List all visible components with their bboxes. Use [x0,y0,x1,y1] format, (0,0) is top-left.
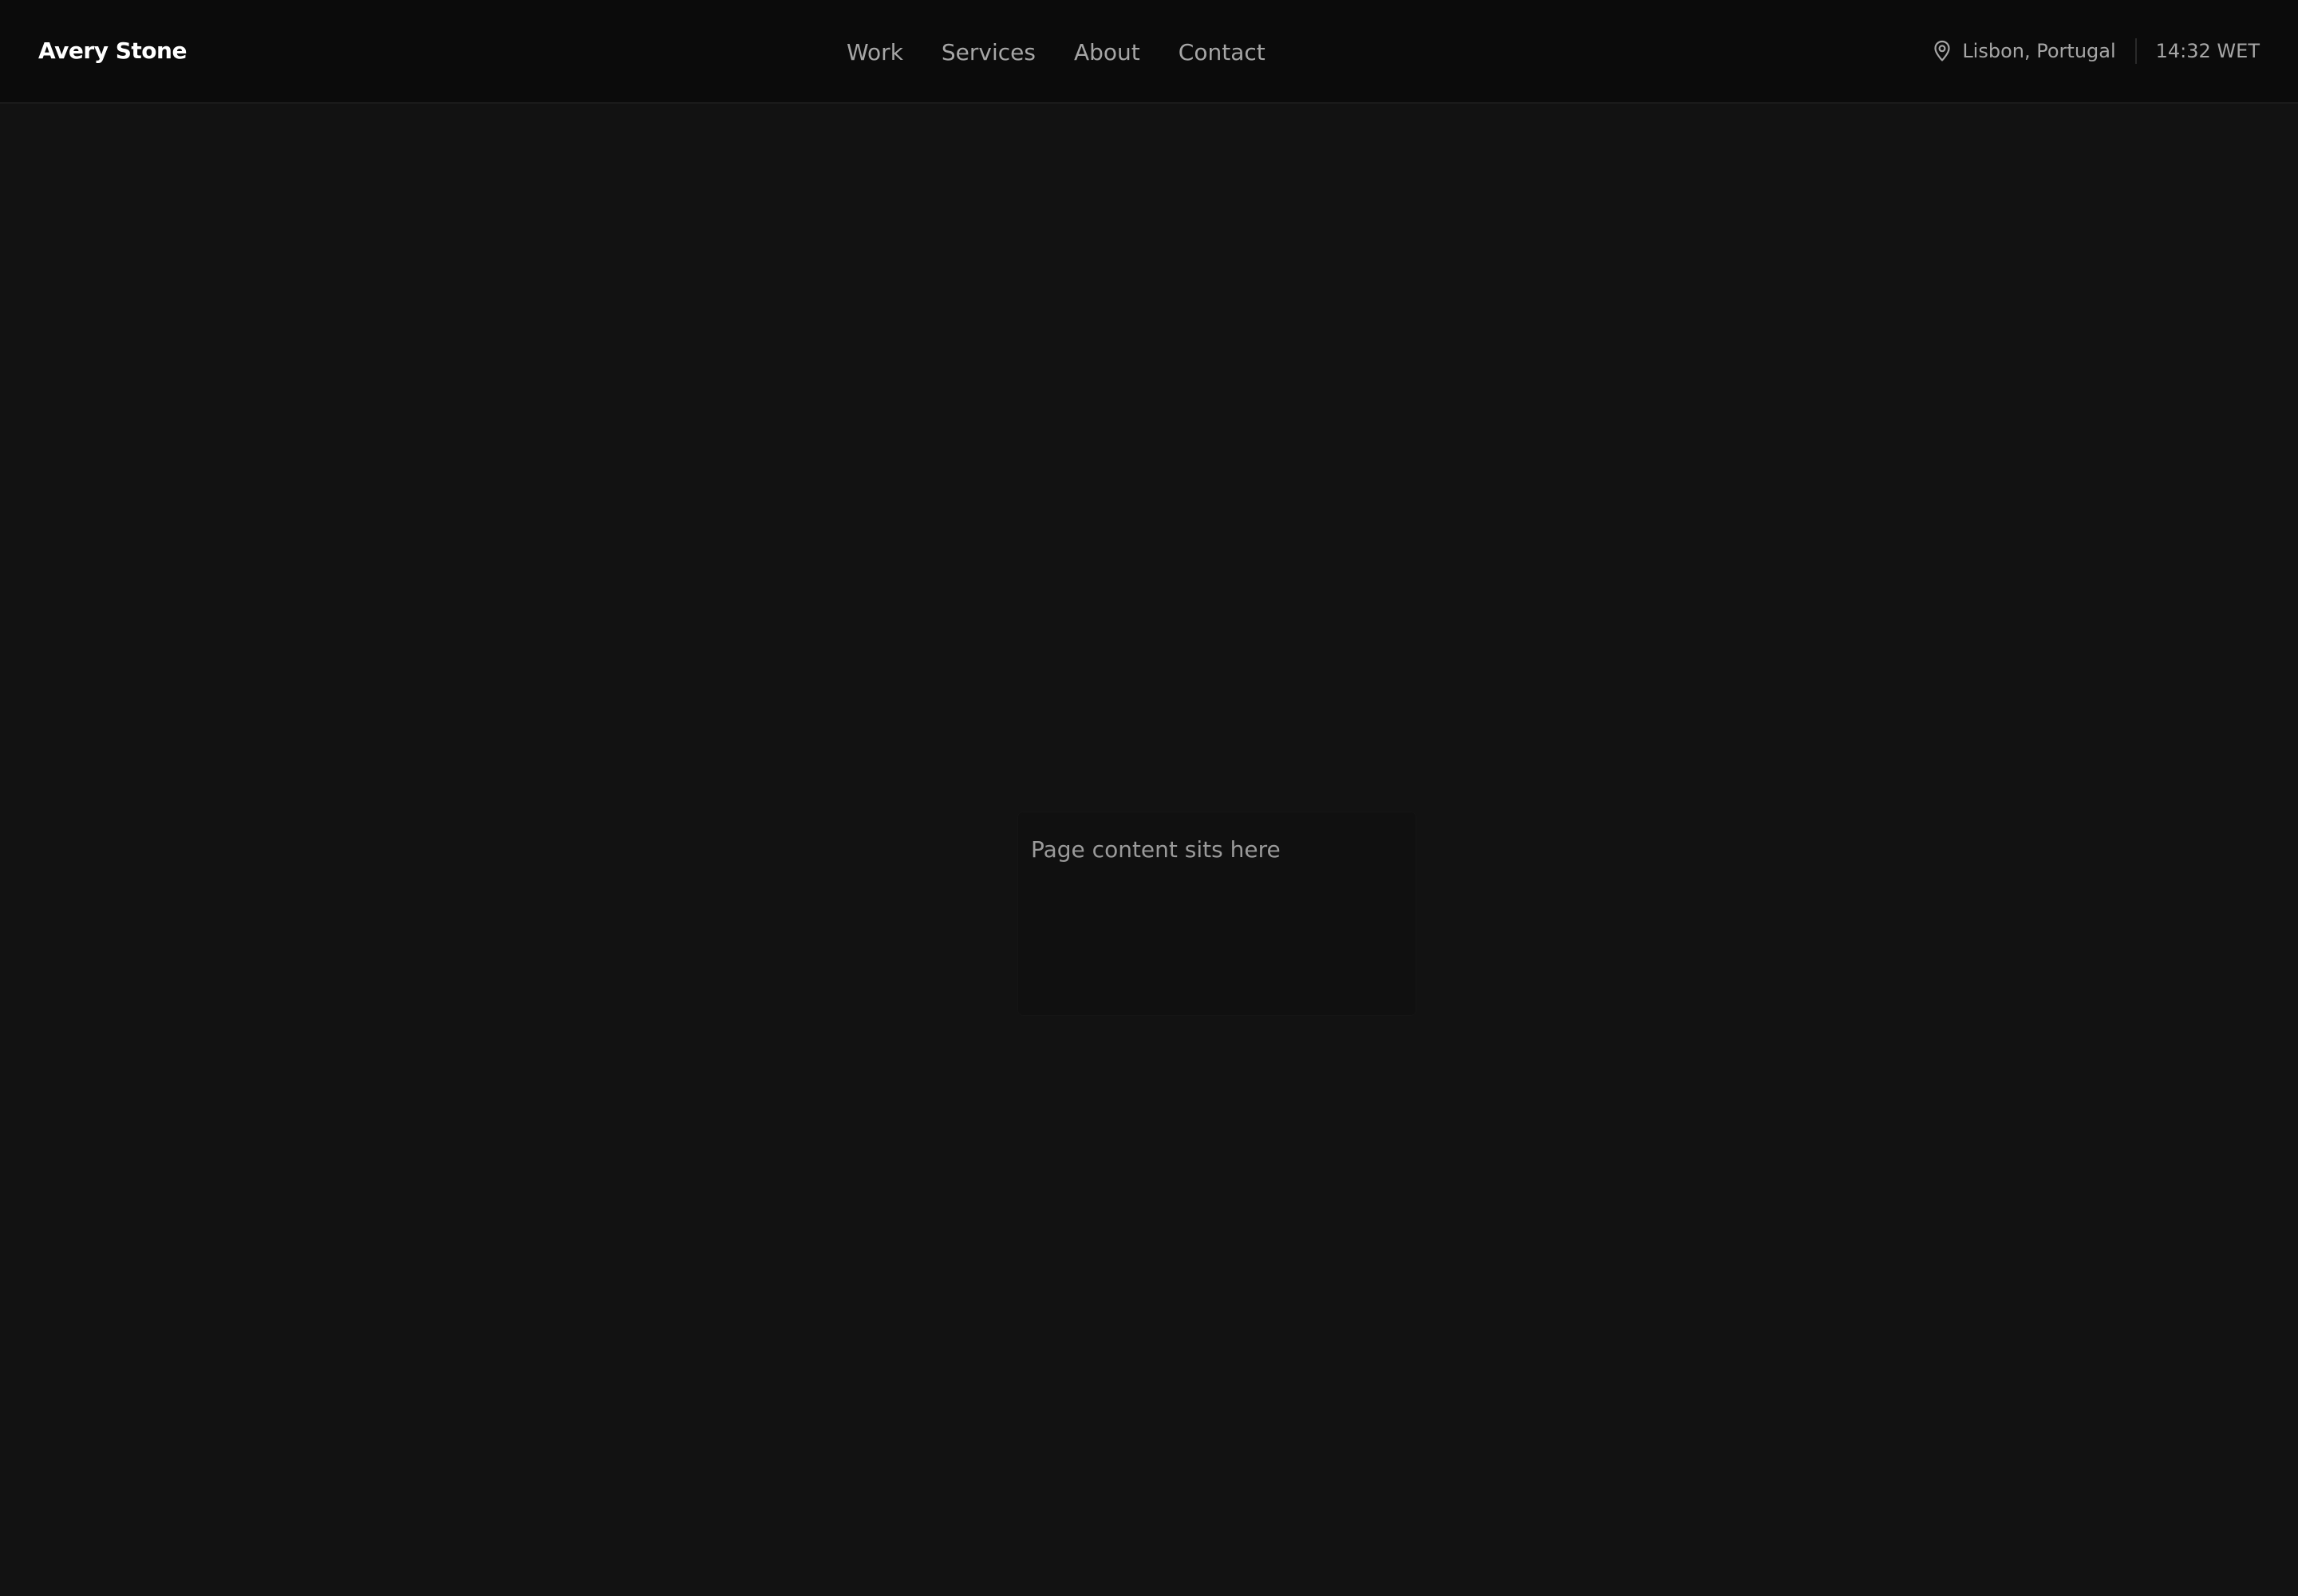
nav-item-services[interactable]: Services [942,39,1036,65]
divider [2134,38,2137,64]
top-navigation-bar: Avery Stone Work Services About Contact … [0,0,2298,104]
content-placeholder-text: Page content sits here [1031,836,1281,863]
page: Avery Stone Work Services About Contact … [0,0,2298,1596]
content-placeholder-card: Page content sits here [1018,812,1416,1015]
nav-item-contact[interactable]: Contact [1179,39,1265,65]
location-time-info: Lisbon, Portugal 14:32 WET [1932,0,2260,102]
location-label: Lisbon, Portugal [1962,40,2116,62]
nav-item-about[interactable]: About [1074,39,1140,65]
local-time: 14:32 WET [2155,40,2260,62]
map-pin-icon [1932,39,1953,63]
brand-logo-link[interactable]: Avery Stone [38,0,187,102]
primary-nav: Work Services About Contact [847,0,1265,104]
nav-item-work[interactable]: Work [847,39,903,65]
